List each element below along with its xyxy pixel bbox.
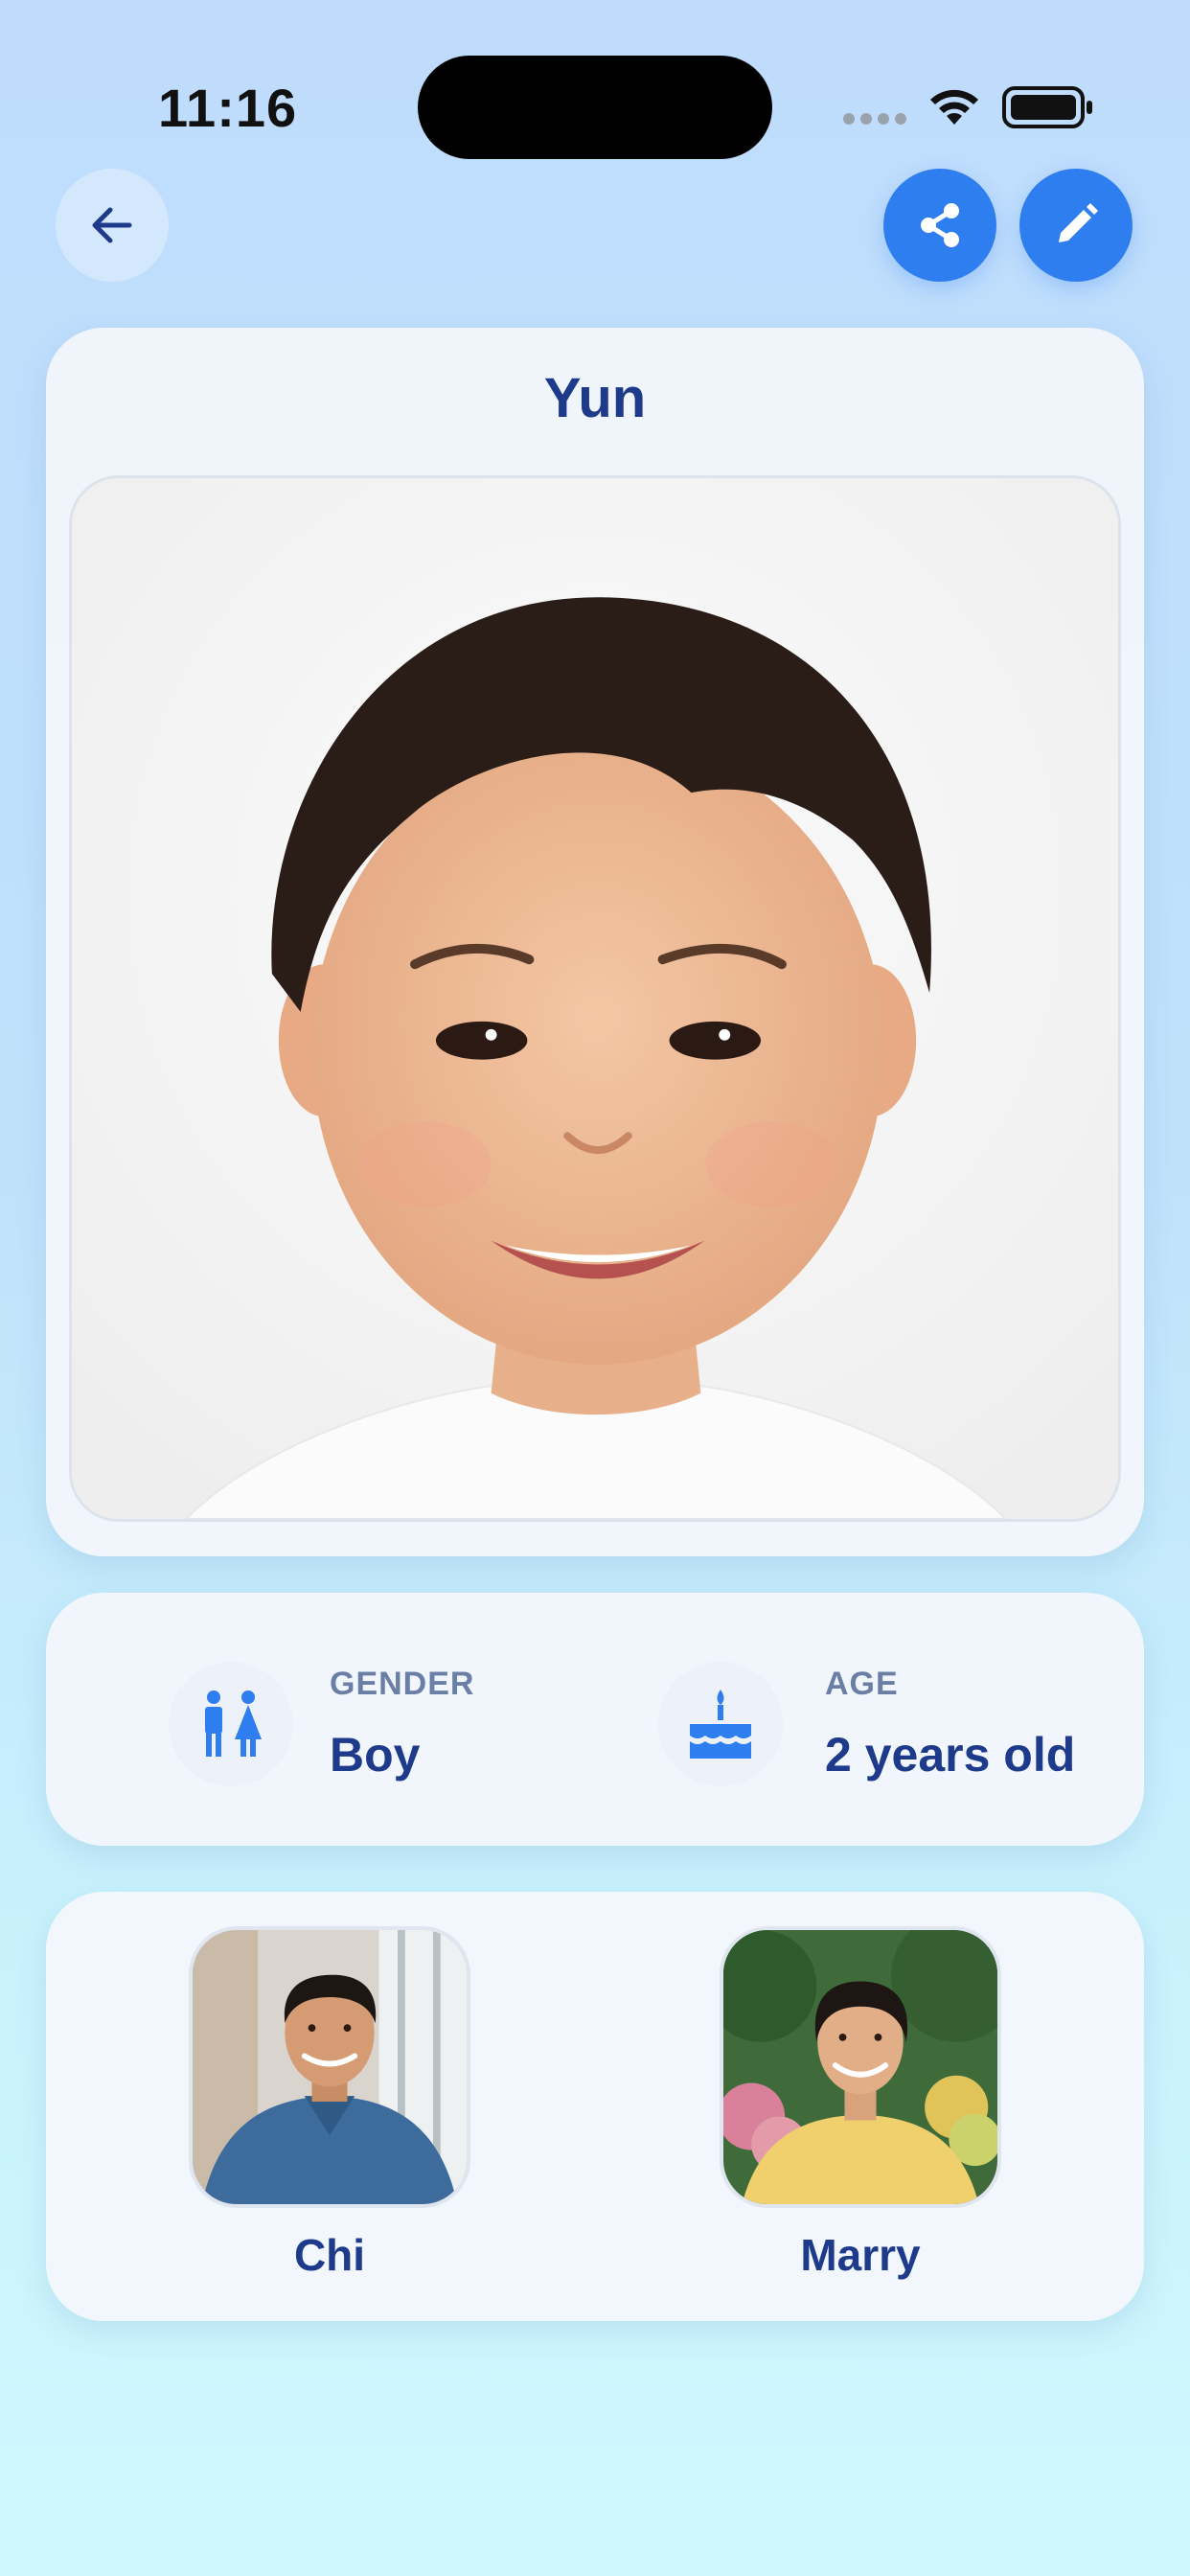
status-time: 11:16 bbox=[158, 78, 298, 138]
mother-portrait-image bbox=[723, 1930, 997, 2204]
arrow-left-icon bbox=[92, 207, 132, 243]
cellular-signal-icon bbox=[843, 113, 906, 125]
age-info: AGE 2 years old bbox=[595, 1593, 1144, 1846]
parent-item-chi[interactable]: Chi bbox=[186, 1926, 473, 2281]
gender-label: GENDER bbox=[330, 1666, 475, 1702]
back-button[interactable] bbox=[56, 169, 169, 282]
parent-name: Marry bbox=[800, 2230, 921, 2280]
parents-card: Chi Marry bbox=[46, 1892, 1144, 2321]
profile-photo bbox=[69, 475, 1121, 1522]
info-card: GENDER Boy AGE 2 years old bbox=[46, 1593, 1144, 1846]
birthday-cake-icon bbox=[658, 1662, 783, 1786]
edit-button[interactable] bbox=[1019, 169, 1133, 282]
gender-info: GENDER Boy bbox=[46, 1593, 595, 1846]
share-icon bbox=[921, 203, 959, 247]
age-label: AGE bbox=[825, 1666, 899, 1702]
battery-icon bbox=[1002, 86, 1092, 128]
parent-avatar[interactable] bbox=[189, 1926, 470, 2208]
age-value: 2 years old bbox=[825, 1728, 1076, 1782]
profile-name: Yun bbox=[543, 367, 647, 429]
wifi-icon bbox=[930, 89, 978, 125]
status-bar: 11:16 bbox=[0, 0, 1190, 192]
parent-name: Chi bbox=[293, 2230, 366, 2280]
parent-avatar[interactable] bbox=[720, 1926, 1001, 2208]
profile-card: Yun bbox=[46, 328, 1144, 1556]
father-portrait-image bbox=[193, 1930, 467, 2204]
parent-item-marry[interactable]: Marry bbox=[717, 1926, 1004, 2281]
gender-value: Boy bbox=[330, 1728, 421, 1782]
share-button[interactable] bbox=[883, 169, 996, 282]
pencil-icon bbox=[1059, 203, 1098, 242]
child-portrait-image bbox=[72, 478, 1118, 1519]
dynamic-island bbox=[418, 56, 772, 159]
restroom-icon bbox=[169, 1662, 293, 1786]
